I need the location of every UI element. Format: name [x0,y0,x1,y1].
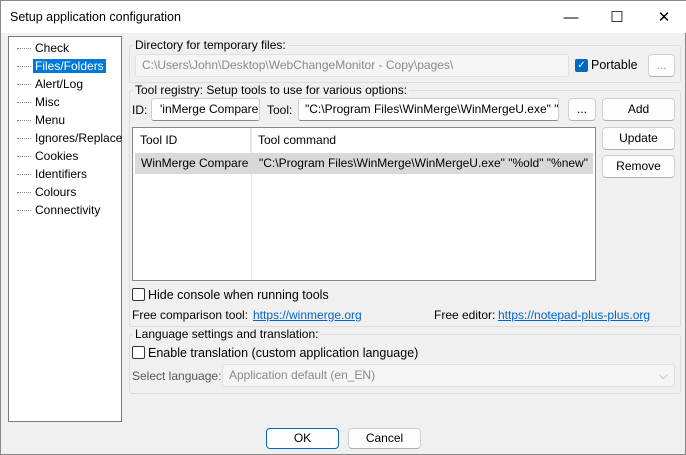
minimize-button[interactable]: — [548,1,594,33]
column-header-tool-id[interactable]: Tool ID [133,128,251,152]
enable-translation-checkbox[interactable] [132,346,145,359]
hide-console-label: Hide console when running tools [148,288,329,302]
tree-item-menu[interactable]: Menu [17,112,67,129]
tree-item-misc[interactable]: Misc [17,94,62,111]
tree-item-connectivity[interactable]: Connectivity [17,202,102,219]
tree-item-label: Check [35,41,70,55]
cancel-button[interactable]: Cancel [348,428,421,449]
tree-item-label: Files/Folders [33,59,106,73]
tree-item-label: Ignores/Replace [35,131,123,145]
tree-item-label: Cookies [35,149,79,163]
tree-item-colours[interactable]: Colours [17,184,78,201]
browse-temp-dir-button[interactable]: ... [648,54,675,77]
browse-tool-button[interactable]: ... [568,98,596,121]
tool-registry-label: Tool registry: Setup tools to use for va… [133,83,410,97]
select-language-label: Select language: [132,369,222,383]
tree-item-label: Menu [35,113,66,127]
language-select-value: Application default (en_EN) [229,368,376,382]
cell-tool-id: WinMerge Compare [141,156,249,170]
remove-button[interactable]: Remove [602,155,675,178]
tree-item-ignores-replace[interactable]: Ignores/Replace [17,130,124,147]
chevron-down-icon: ⌵ [658,368,668,382]
winmerge-link[interactable]: https://winmerge.org [253,308,362,322]
column-divider [251,128,252,280]
settings-tree[interactable]: Check Files/Folders Alert/Log Misc Menu … [8,36,122,422]
temp-dir-input[interactable]: C:\Users\John\Desktop\WebChangeMonitor -… [135,54,569,77]
hide-console-checkbox[interactable] [132,288,145,301]
id-label: ID: [132,103,148,117]
tree-item-label: Misc [35,95,60,109]
cell-tool-command: "C:\Program Files\WinMerge\WinMergeU.exe… [259,156,588,170]
portable-checkbox[interactable]: ✓ [575,59,588,72]
tree-item-label: Alert/Log [35,77,84,91]
update-button[interactable]: Update [602,127,675,150]
tree-item-files-folders[interactable]: Files/Folders [17,58,106,75]
language-select[interactable]: Application default (en_EN) ⌵ [222,364,675,387]
maximize-button[interactable]: ☐ [594,1,640,33]
column-header-tool-command[interactable]: Tool command [251,128,595,152]
tree-item-cookies[interactable]: Cookies [17,148,80,165]
free-compare-label: Free comparison tool: [132,308,249,322]
enable-translation-label: Enable translation (custom application l… [148,346,419,360]
tool-label: Tool: [267,103,293,117]
notepad-plus-plus-link[interactable]: https://notepad-plus-plus.org [498,308,650,322]
add-button[interactable]: Add [602,98,675,121]
tree-item-label: Connectivity [35,203,101,217]
tree-item-identifiers[interactable]: Identifiers [17,166,89,183]
tree-item-label: Colours [35,185,77,199]
tree-item-alert-log[interactable]: Alert/Log [17,76,85,93]
tree-item-check[interactable]: Check [17,40,71,57]
window-title: Setup application configuration [10,10,181,24]
table-row[interactable]: WinMerge Compare "C:\Program Files\WinMe… [135,153,593,174]
temp-dir-label: Directory for temporary files: [133,38,288,52]
free-editor-label: Free editor: [434,308,496,322]
tool-command-input[interactable]: "C:\Program Files\WinMerge\WinMergeU.exe… [298,98,559,121]
close-button[interactable]: ✕ [641,1,686,33]
tree-item-label: Identifiers [35,167,88,181]
language-label: Language settings and translation: [133,327,321,341]
portable-label: Portable [591,58,638,72]
tool-id-input[interactable]: 'inMerge Compare [151,98,260,121]
title-bar: Setup application configuration — ☐ ✕ [1,1,686,33]
ok-button[interactable]: OK [266,428,339,449]
tools-list[interactable]: Tool ID Tool command WinMerge Compare "C… [132,127,596,281]
